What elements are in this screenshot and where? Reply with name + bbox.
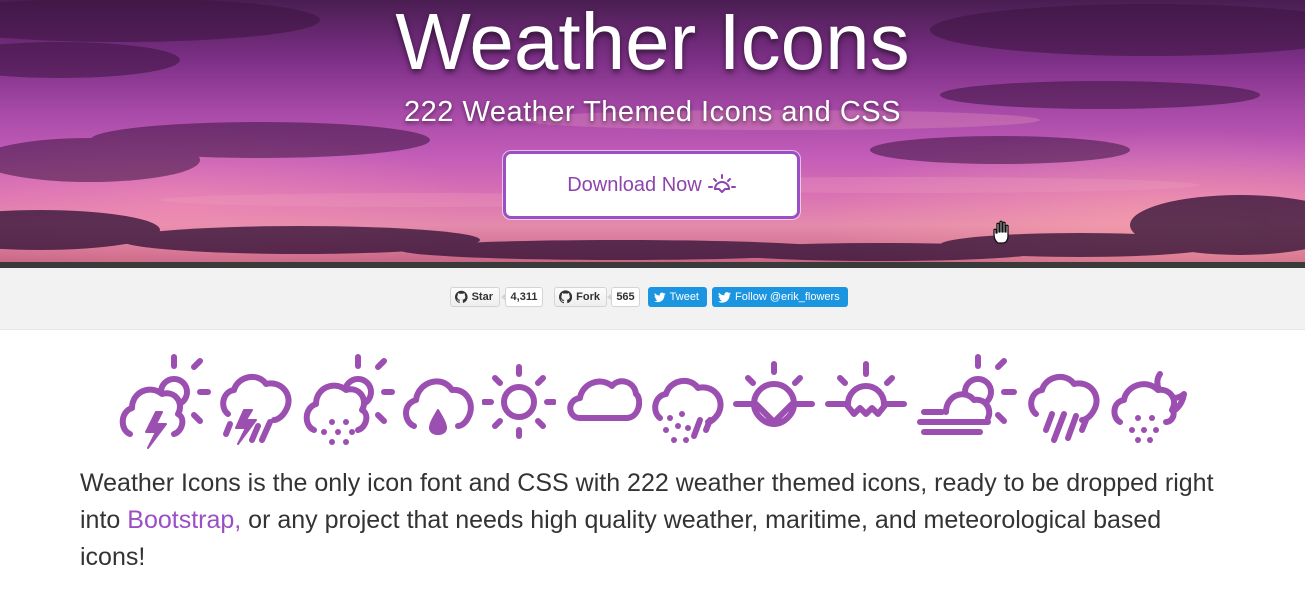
page-subtitle: 222 Weather Themed Icons and CSS: [404, 96, 901, 128]
weather-icon-showcase: [112, 352, 1192, 450]
page-title: Weather Icons: [395, 0, 910, 86]
day-thunderstorm-icon: [116, 352, 212, 450]
hero-banner: Weather Icons 222 Weather Themed Icons a…: [0, 0, 1305, 268]
sunrise-icon: [732, 352, 816, 450]
github-star-button[interactable]: Star: [450, 287, 500, 307]
github-icon: [559, 290, 573, 304]
follow-button[interactable]: Follow @erik_flowers: [712, 287, 848, 307]
night-sleet-icon: [1108, 352, 1188, 450]
cloudy-icon: [564, 352, 642, 450]
day-sunny-icon: [482, 352, 556, 450]
github-icon: [455, 290, 468, 303]
hand-cursor-icon: [991, 219, 1015, 245]
day-fog-icon: [916, 352, 1018, 450]
social-buttons-bar: Star 4,311 Fork 565 Tweet Follow @erik_f…: [0, 268, 1305, 330]
thunderstorm-icon: [216, 352, 296, 450]
rain-mix-icon: [648, 352, 728, 450]
twitter-bird-icon: [718, 291, 731, 303]
fork-label: Fork: [576, 291, 600, 303]
sunset-icon: [824, 352, 908, 450]
intro-text-after: or any project that needs high quality w…: [80, 506, 1162, 571]
intro-paragraph: Weather Icons is the only icon font and …: [80, 465, 1230, 576]
tweet-label: Tweet: [669, 291, 699, 303]
day-sleet-icon: [300, 352, 396, 450]
bootstrap-link[interactable]: Bootstrap,: [127, 506, 241, 534]
download-button-label: Download Now: [567, 173, 702, 196]
raindrop-cloud-icon: [400, 352, 476, 450]
download-button[interactable]: Download Now: [503, 151, 800, 219]
twitter-bird-icon: [654, 292, 666, 302]
github-fork-button[interactable]: Fork: [554, 287, 607, 307]
tweet-button[interactable]: Tweet: [648, 287, 707, 307]
star-count[interactable]: 4,311: [501, 287, 543, 307]
follow-label: Follow @erik_flowers: [735, 291, 840, 303]
sunrise-icon: [707, 172, 736, 198]
star-label: Star: [471, 291, 493, 303]
fork-count[interactable]: 565: [607, 287, 640, 307]
rain-icon: [1024, 352, 1104, 450]
